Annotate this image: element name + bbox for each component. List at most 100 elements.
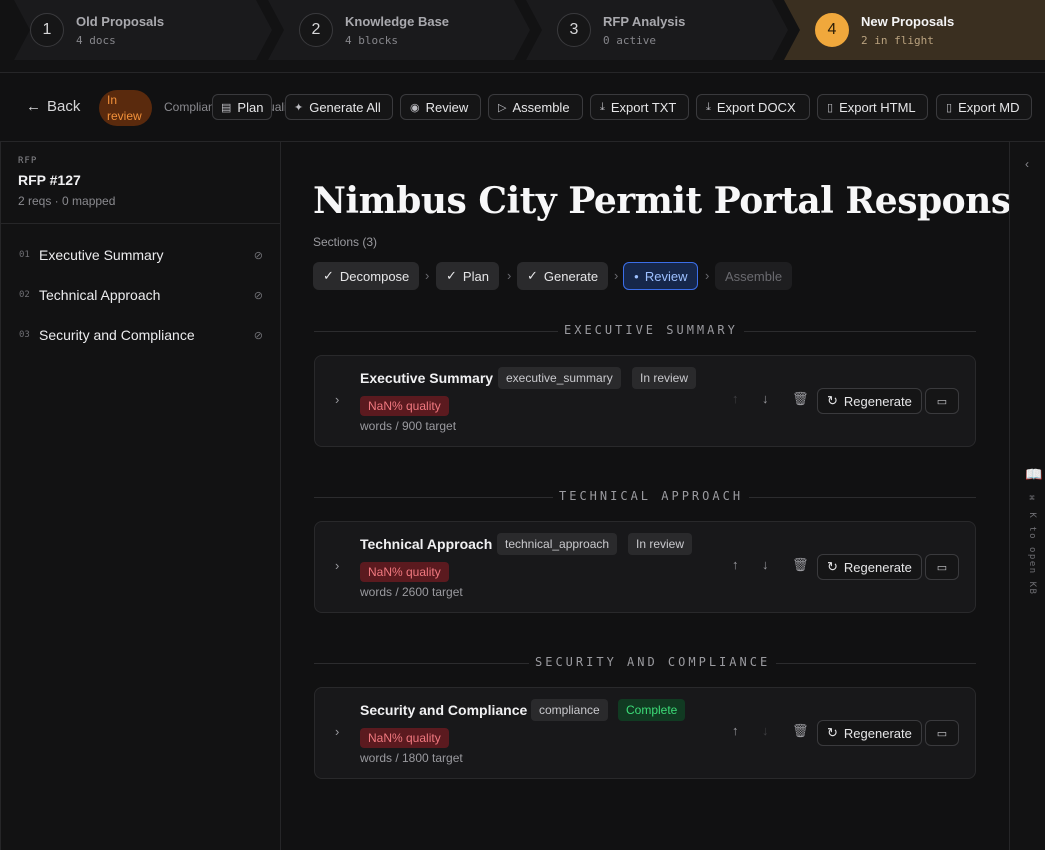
step-subtitle: 0 active [603,33,656,47]
pipeline-label: Review [644,268,688,284]
assemble-button[interactable]: ▷ Assemble [488,94,583,120]
file-icon: ▯ [946,101,953,114]
step-new-proposals[interactable]: 4 New Proposals 2 in flight [784,0,1045,60]
page-title: Nimbus City Permit Portal Response [313,180,1034,222]
export-md-button[interactable]: ▯ Export MD [936,94,1032,120]
assemble-label: Assemble [512,99,570,115]
list-icon: ▤ [221,101,232,114]
pipeline-label: Plan [462,268,489,284]
comment-button[interactable]: ▭ [925,554,959,580]
comment-icon: ▭ [936,395,948,408]
chevron-right-icon[interactable]: › [335,392,339,407]
pipeline-assemble[interactable]: Assemble [715,262,793,290]
pipeline-plan[interactable]: ✓ Plan [436,262,499,290]
generate-all-label: Generate All [309,99,381,115]
export-txt-label: Export TXT [610,99,677,115]
chevron-right-icon[interactable]: › [335,558,339,573]
not-mapped-icon: ⊘ [253,329,263,342]
arrow-down-icon[interactable]: ↓ [762,391,769,406]
section-name: Technical Approach [360,536,493,552]
kb-rail: ‹ 📖 ⌘ K to open KB [1009,142,1045,850]
comment-icon: ▭ [936,561,948,574]
sidebar-item-label: Executive Summary [39,247,164,263]
export-html-label: Export HTML [839,99,916,115]
chevron-left-icon[interactable]: ‹ [1025,157,1029,171]
section-card-executive-summary: › Executive Summary executive_summary In… [314,355,976,447]
step-number: 1 [30,13,64,47]
back-button[interactable]: ← Back [26,98,80,115]
refresh-icon: ↻ [827,559,838,574]
chevron-right-icon: › [705,268,710,283]
step-rfp-analysis[interactable]: 3 RFP Analysis 0 active [526,0,788,60]
section-divider-label: SECURITY AND COMPLIANCE [529,655,777,669]
sidebar: RFP RFP #127 2 reqs · 0 mapped 01 Execut… [0,142,281,850]
sparkle-icon: ✦ [294,101,304,114]
arrow-down-icon[interactable]: ↓ [762,723,769,738]
pipeline-generate[interactable]: ✓ Generate [517,262,609,290]
export-html-button[interactable]: ▯ Export HTML [817,94,928,120]
pipeline-decompose[interactable]: ✓ Decompose [313,262,420,290]
step-title: New Proposals [861,13,955,29]
word-count: words / 900 target [360,419,457,433]
status-badge: In review [99,90,152,126]
quality-badge: NaN% quality [360,562,449,582]
step-knowledge-base[interactable]: 2 Knowledge Base 4 blocks [268,0,530,60]
comment-icon: ▭ [936,727,948,740]
comment-button[interactable]: ▭ [925,388,959,414]
book-icon[interactable]: 📖 [1025,466,1042,483]
trash-icon[interactable]: 🗑 [792,391,809,407]
trash-icon[interactable]: 🗑 [792,723,809,739]
review-button[interactable]: ◉ Review [400,94,481,120]
section-name: Security and Compliance [360,702,528,718]
arrow-down-icon[interactable]: ↓ [762,557,769,572]
generate-all-button[interactable]: ✦ Generate All [285,94,393,120]
pipeline-review[interactable]: ● Review [623,262,699,290]
section-card-technical-approach: › Technical Approach technical_approach … [314,521,976,613]
back-label: Back [47,98,81,115]
pipeline-label: Assemble [725,268,783,284]
sidebar-item-technical-approach[interactable]: 02 Technical Approach ⊘ [1,277,281,313]
step-number: 3 [557,13,591,47]
chevron-right-icon: › [507,268,512,283]
plan-button[interactable]: ▤ Plan [212,94,273,120]
export-docx-button[interactable]: ⤓ Export DOCX [696,94,810,120]
comment-button[interactable]: ▭ [925,720,959,746]
chevron-right-icon: › [425,268,430,283]
trash-icon[interactable]: 🗑 [792,557,809,573]
section-divider-label: TECHNICAL APPROACH [553,489,750,503]
regenerate-button[interactable]: ↻ Regenerate [817,720,922,746]
not-mapped-icon: ⊘ [253,249,263,262]
check-icon: ✓ [446,268,457,283]
sidebar-item-executive-summary[interactable]: 01 Executive Summary ⊘ [1,237,281,273]
arrow-up-icon[interactable]: ↑ [732,557,739,572]
section-name: Executive Summary [360,370,494,386]
step-title: Old Proposals [76,13,165,29]
section-key-tag: executive_summary [498,367,621,389]
section-status-tag: In review [632,367,697,389]
rfp-subtitle: 2 reqs · 0 mapped [18,194,116,208]
export-txt-button[interactable]: ⤓ Export TXT [590,94,689,120]
section-key-tag: technical_approach [497,533,618,555]
chevron-right-icon[interactable]: › [335,724,339,739]
regenerate-button[interactable]: ↻ Regenerate [817,388,922,414]
check-icon: ✓ [323,268,334,283]
section-status-tag: Complete [618,699,686,721]
refresh-icon: ↻ [827,393,838,408]
rfp-summary: RFP RFP #127 2 reqs · 0 mapped [1,142,280,224]
review-label: Review [425,99,469,115]
section-card-security-and-compliance: › Security and Compliance compliance Com… [314,687,976,779]
step-subtitle: 4 docs [76,33,116,47]
arrow-up-icon[interactable]: ↑ [732,391,739,406]
rfp-title: RFP #127 [18,172,81,188]
step-old-proposals[interactable]: 1 Old Proposals 4 docs [14,0,272,60]
dot-icon: ● [634,271,639,281]
step-subtitle: 2 in flight [861,33,934,47]
plan-label: Plan [237,99,264,115]
sidebar-item-label: Technical Approach [39,287,161,303]
not-mapped-icon: ⊘ [253,289,263,302]
sidebar-item-label: Security and Compliance [39,327,195,343]
arrow-up-icon[interactable]: ↑ [732,723,739,738]
sidebar-item-security-and-compliance[interactable]: 03 Security and Compliance ⊘ [1,317,281,353]
eye-icon: ◉ [410,101,420,114]
regenerate-button[interactable]: ↻ Regenerate [817,554,922,580]
